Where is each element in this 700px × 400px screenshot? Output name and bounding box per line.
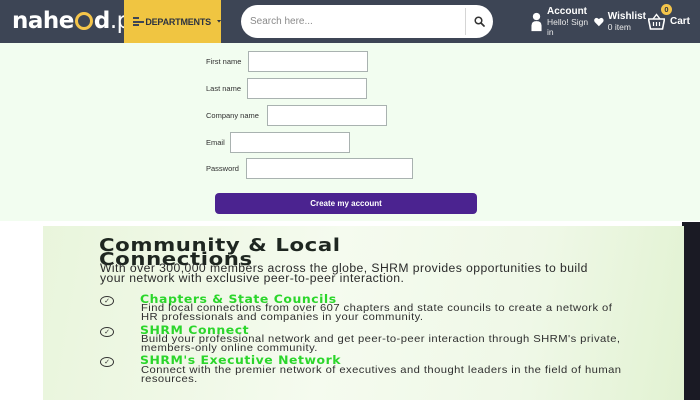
first-name-label: First name: [206, 57, 242, 66]
cart-title: Cart: [670, 16, 691, 27]
wishlist-count: 0 item: [607, 22, 631, 32]
image-right-edge: [682, 222, 700, 400]
cart-count-badge: 0: [661, 4, 672, 15]
search-icon: [474, 16, 485, 27]
hamburger-icon: [133, 17, 145, 26]
password-field[interactable]: [246, 158, 413, 179]
promo-item-desc: Find local connections from over 607 cha…: [141, 302, 613, 323]
last-name-label: Last name: [206, 84, 242, 93]
page: nahed.pk DEPARTMENTS Account Hello! Sign…: [0, 0, 700, 400]
search-bar: [241, 5, 493, 38]
account-title: Account: [547, 6, 588, 17]
departments-label: DEPARTMENTS: [145, 16, 211, 27]
basket-icon: [648, 13, 665, 30]
email-label: Email: [206, 138, 225, 147]
account-subtitle: Hello! Sign in: [547, 17, 589, 37]
wishlist-link[interactable]: Wishlist 0 item: [594, 0, 646, 43]
check-circle-icon: ✓: [100, 357, 114, 367]
promo-intro: With over 300,000 members across the glo…: [100, 263, 588, 285]
last-name-field[interactable]: [247, 78, 367, 99]
chevron-down-icon: [216, 20, 221, 23]
company-name-field[interactable]: [267, 105, 387, 126]
first-name-field[interactable]: [248, 51, 368, 72]
logo-text-end: d: [93, 8, 110, 34]
heart-icon: [594, 17, 604, 26]
create-account-button[interactable]: Create my account: [215, 193, 477, 214]
departments-button[interactable]: DEPARTMENTS: [124, 0, 221, 43]
user-icon: [531, 12, 542, 31]
promo-item-desc: Build your professional network and get …: [141, 333, 621, 354]
cart-link[interactable]: Cart: [648, 0, 700, 43]
wishlist-title: Wishlist: [607, 11, 646, 22]
promo-item-desc: Connect with the premier network of exec…: [141, 364, 622, 385]
password-label: Password: [206, 164, 239, 173]
search-button[interactable]: [466, 5, 493, 38]
check-circle-icon: ✓: [100, 296, 114, 306]
community-promo-image: Community & Local Connections With over …: [43, 226, 684, 400]
check-circle-icon: ✓: [100, 327, 114, 337]
logo-text-main: nahe: [12, 8, 74, 34]
site-header: nahed.pk DEPARTMENTS Account Hello! Sign…: [0, 0, 700, 43]
company-name-label: Company name: [206, 111, 259, 120]
account-link[interactable]: Account Hello! Sign in: [531, 0, 593, 43]
image-left-margin: [0, 227, 44, 400]
search-input[interactable]: [241, 5, 465, 38]
logo-ring-icon: [74, 12, 93, 30]
email-field[interactable]: [230, 132, 350, 153]
